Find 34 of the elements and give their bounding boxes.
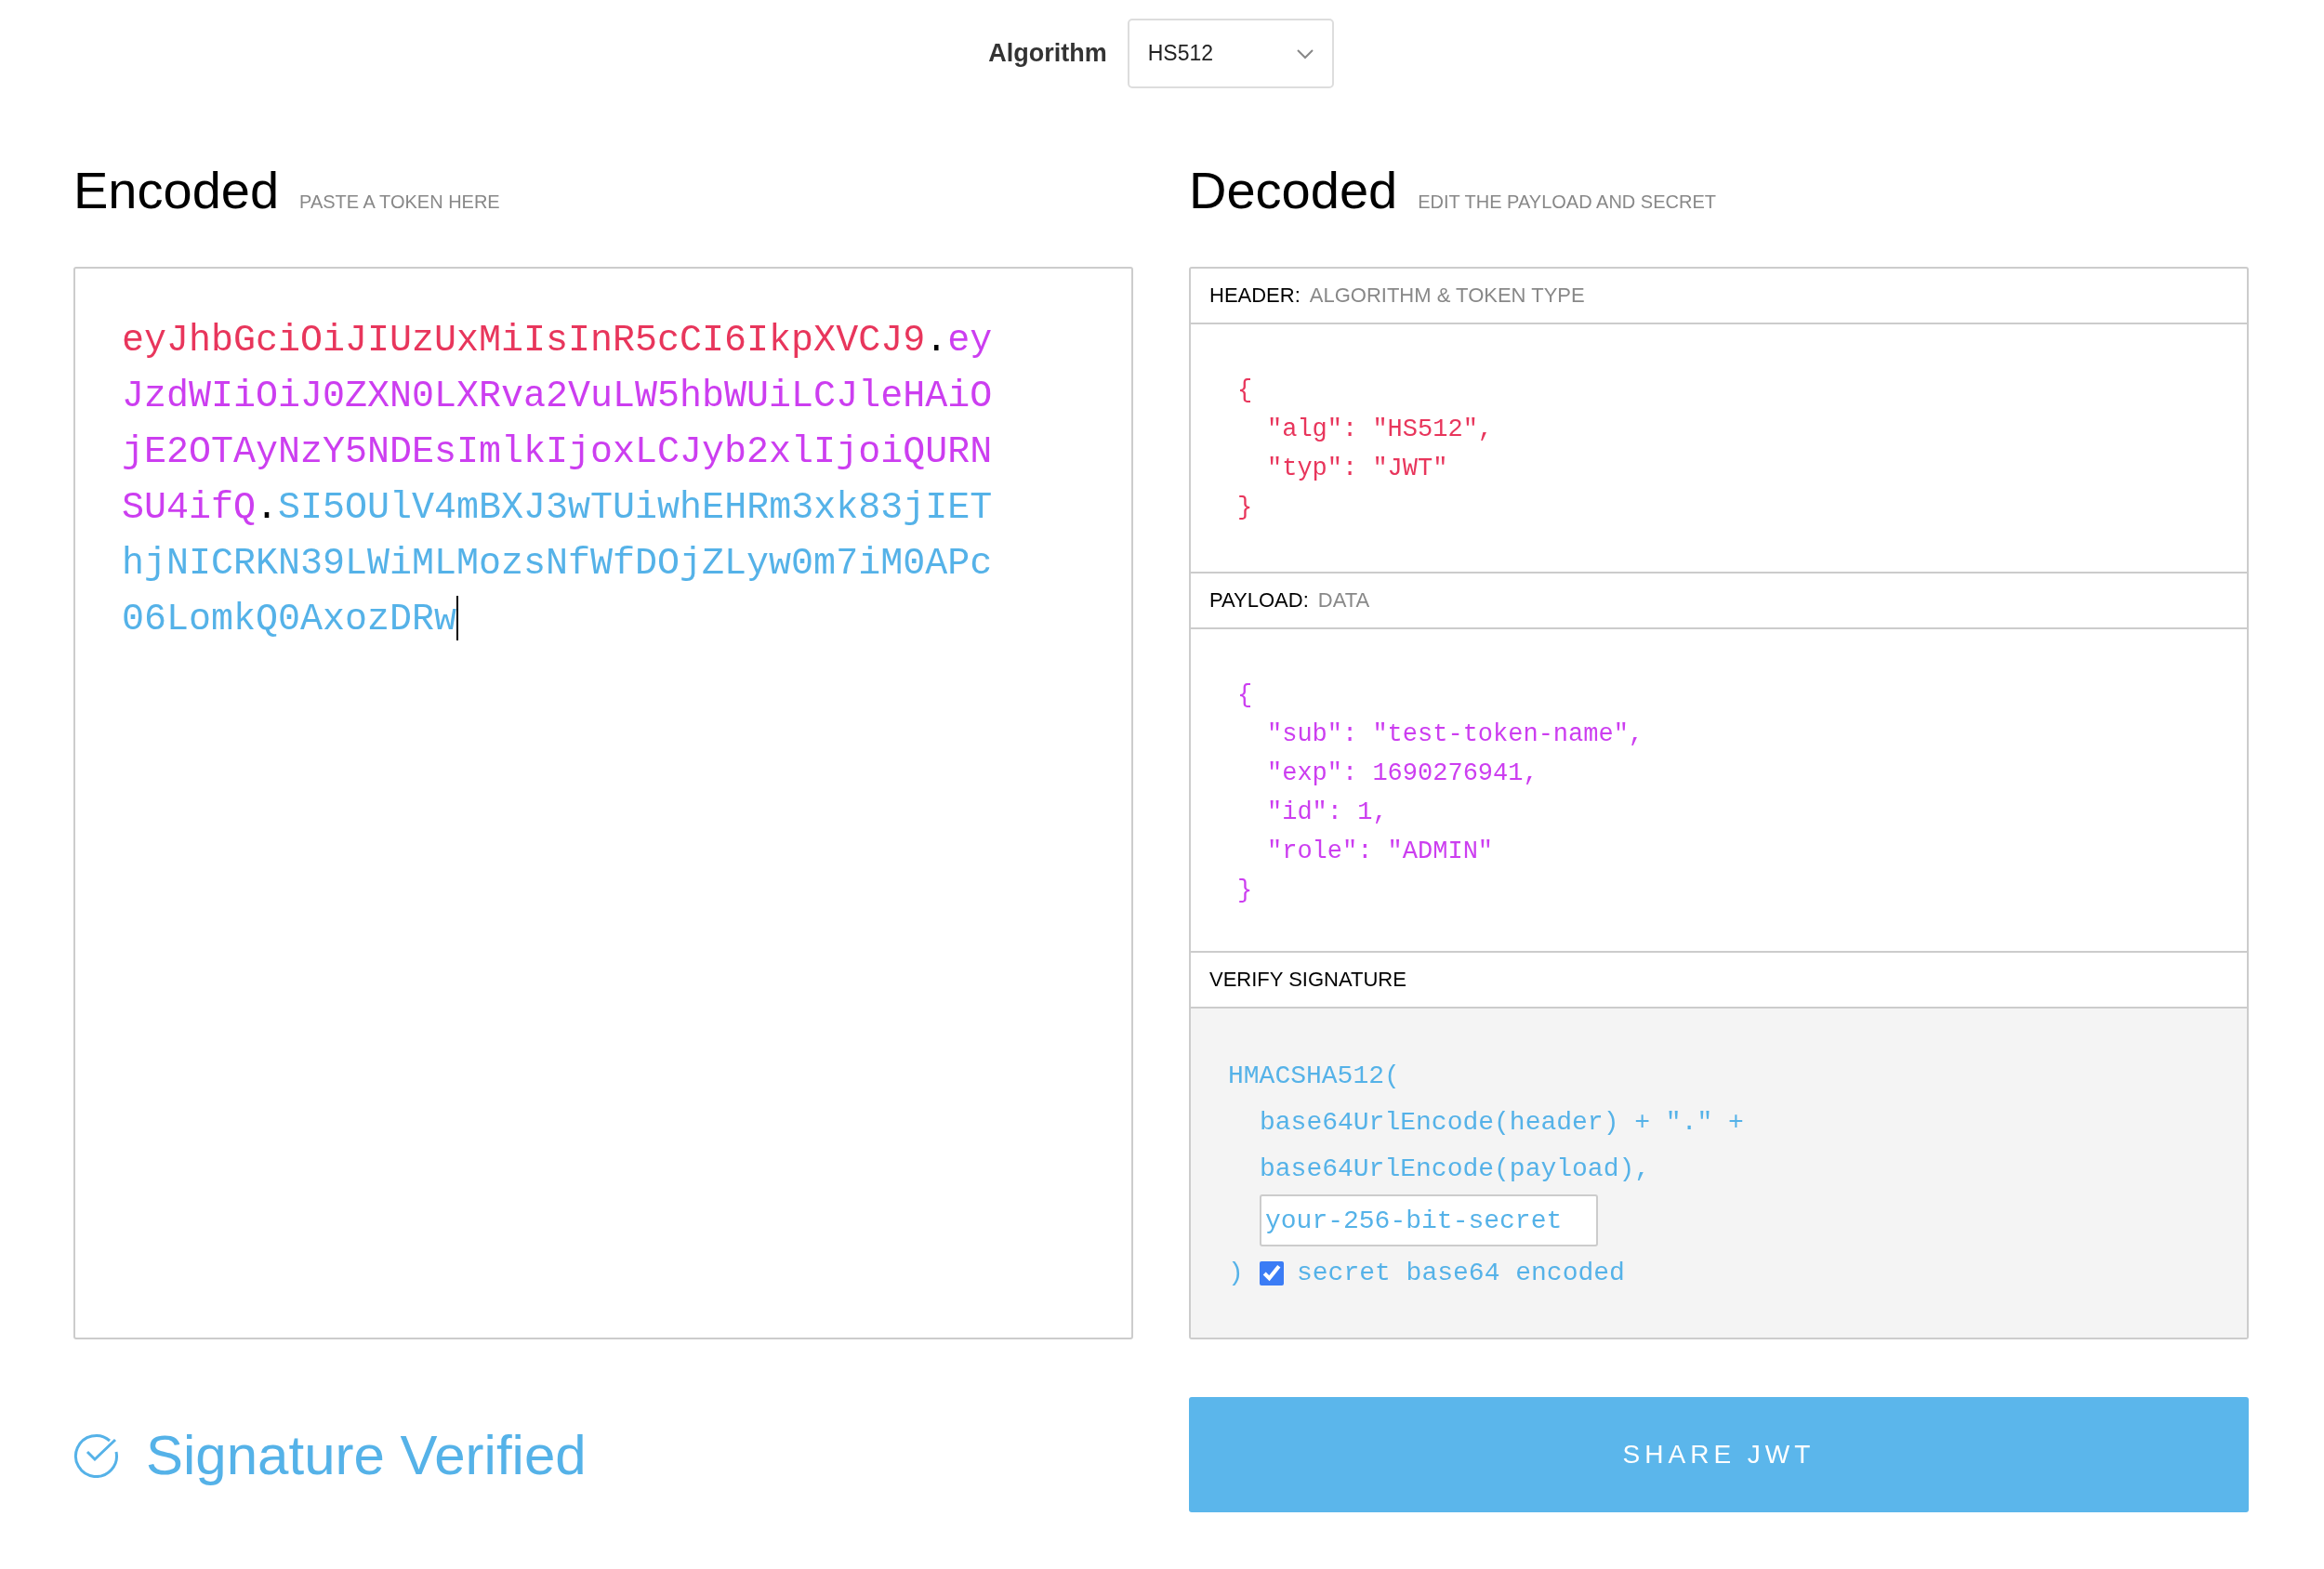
signature-status: Signature Verified xyxy=(146,1422,587,1487)
checkbox-label: secret base64 encoded xyxy=(1297,1258,1625,1289)
code-line: ) xyxy=(1228,1258,1245,1289)
section-title: Decoded xyxy=(1189,165,1398,217)
json-entry: "typ": "JWT" xyxy=(1267,454,1448,484)
text-cursor xyxy=(456,596,459,640)
section-sublabel: ALGORITHM & TOKEN TYPE xyxy=(1309,283,1585,308)
section-title: Encoded xyxy=(73,165,280,217)
json-entry: "role": "ADMIN" xyxy=(1267,837,1494,867)
code-line: base64UrlEncode(payload), xyxy=(1260,1154,1651,1185)
section-label: PAYLOAD: xyxy=(1209,588,1309,613)
json-brace: { xyxy=(1237,680,1253,711)
json-entry: "alg": "HS512", xyxy=(1267,415,1494,445)
section-sublabel: DATA xyxy=(1317,588,1370,613)
json-entry: "id": 1, xyxy=(1267,798,1388,828)
json-editor[interactable]: { "sub": "test-token-name", "exp": 1690276941, "id": 1, "role": "ADMIN" } xyxy=(1191,629,2247,953)
json-brace: { xyxy=(1237,376,1253,406)
code-line: base64UrlEncode(header) + "." + xyxy=(1260,1107,1744,1139)
section-hint: EDIT THE PAYLOAD AND SECRET xyxy=(1418,191,1716,213)
json-entry: "exp": 1690276941, xyxy=(1267,758,1538,789)
share-button[interactable]: SHARE JWT xyxy=(1189,1397,2249,1512)
algorithm-select[interactable]: HS512 xyxy=(1127,19,1334,88)
algorithm-label: Algorithm xyxy=(988,39,1107,68)
secret-input[interactable]: your-256-bit-secret xyxy=(1260,1194,1598,1246)
section-label: HEADER: xyxy=(1209,283,1301,308)
json-brace: } xyxy=(1237,876,1253,906)
section-hint: PASTE A TOKEN HERE xyxy=(299,191,500,213)
code-line: HMACSHA512( xyxy=(1228,1061,1400,1092)
json-editor[interactable]: { "alg": "HS512", "typ": "JWT" } xyxy=(1191,324,2247,574)
checkbox[interactable] xyxy=(1260,1261,1284,1286)
chevron-down-icon xyxy=(1294,46,1315,60)
json-entry: "sub": "test-token-name", xyxy=(1267,719,1644,750)
section-label: VERIFY SIGNATURE xyxy=(1209,968,1406,992)
json-brace: } xyxy=(1237,493,1253,523)
